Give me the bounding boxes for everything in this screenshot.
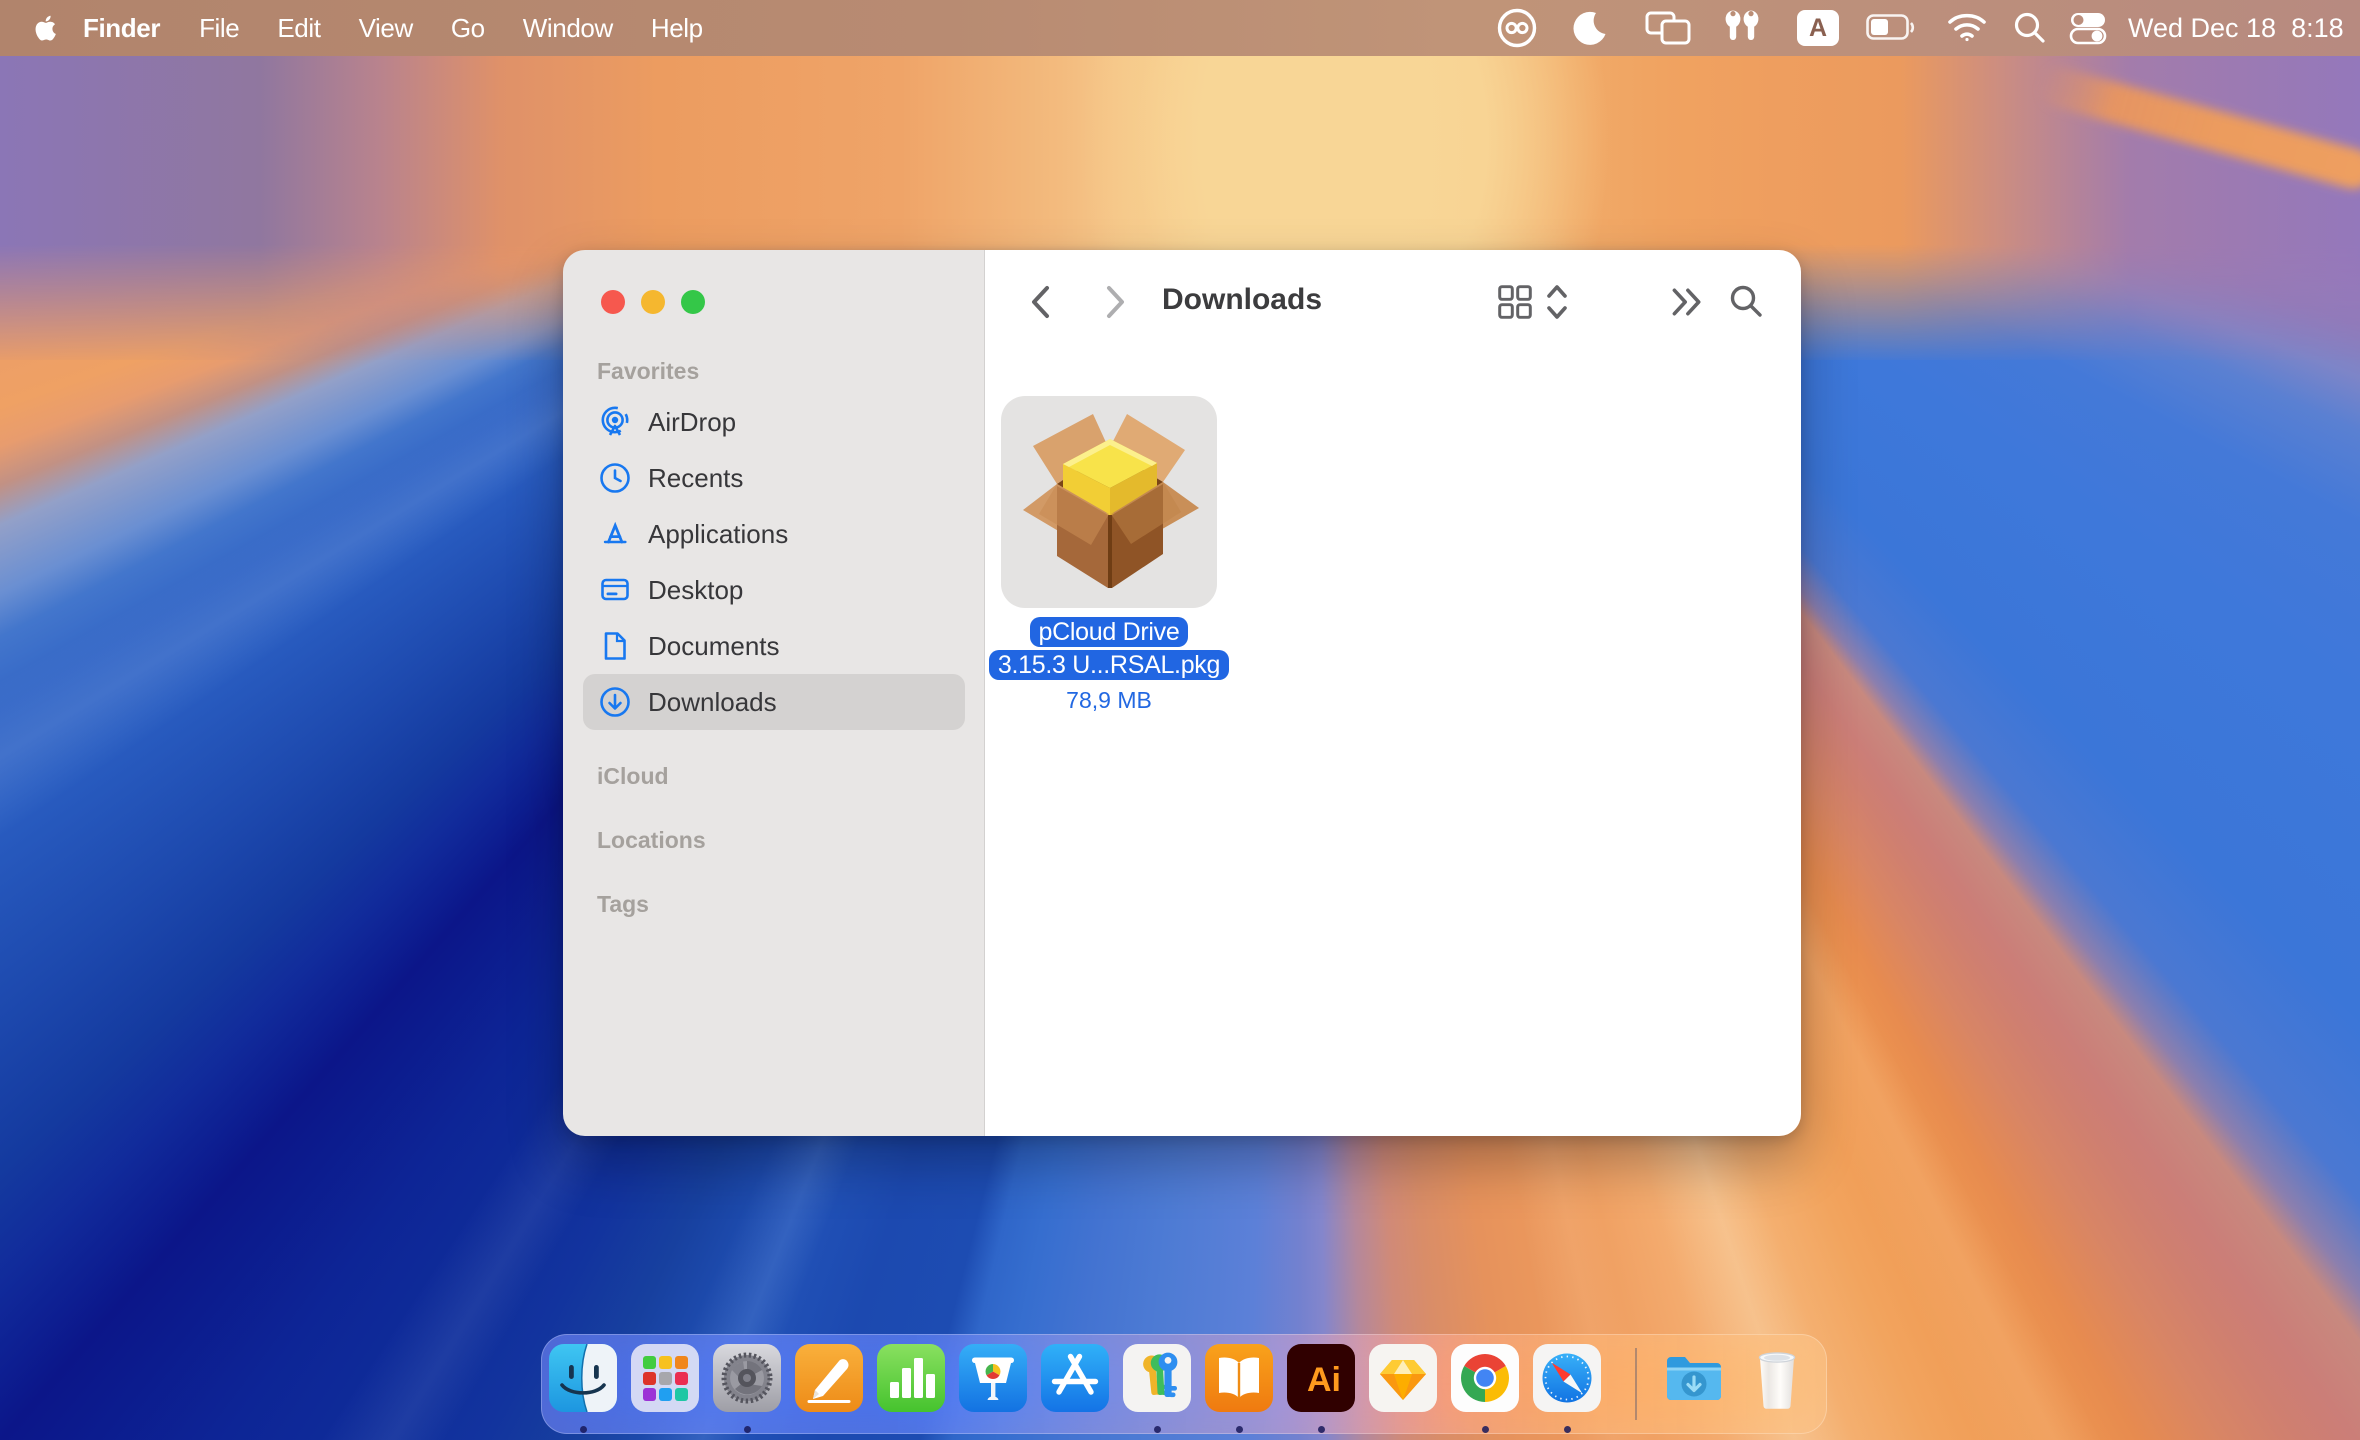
svg-text:Ai: Ai	[1307, 1361, 1341, 1399]
